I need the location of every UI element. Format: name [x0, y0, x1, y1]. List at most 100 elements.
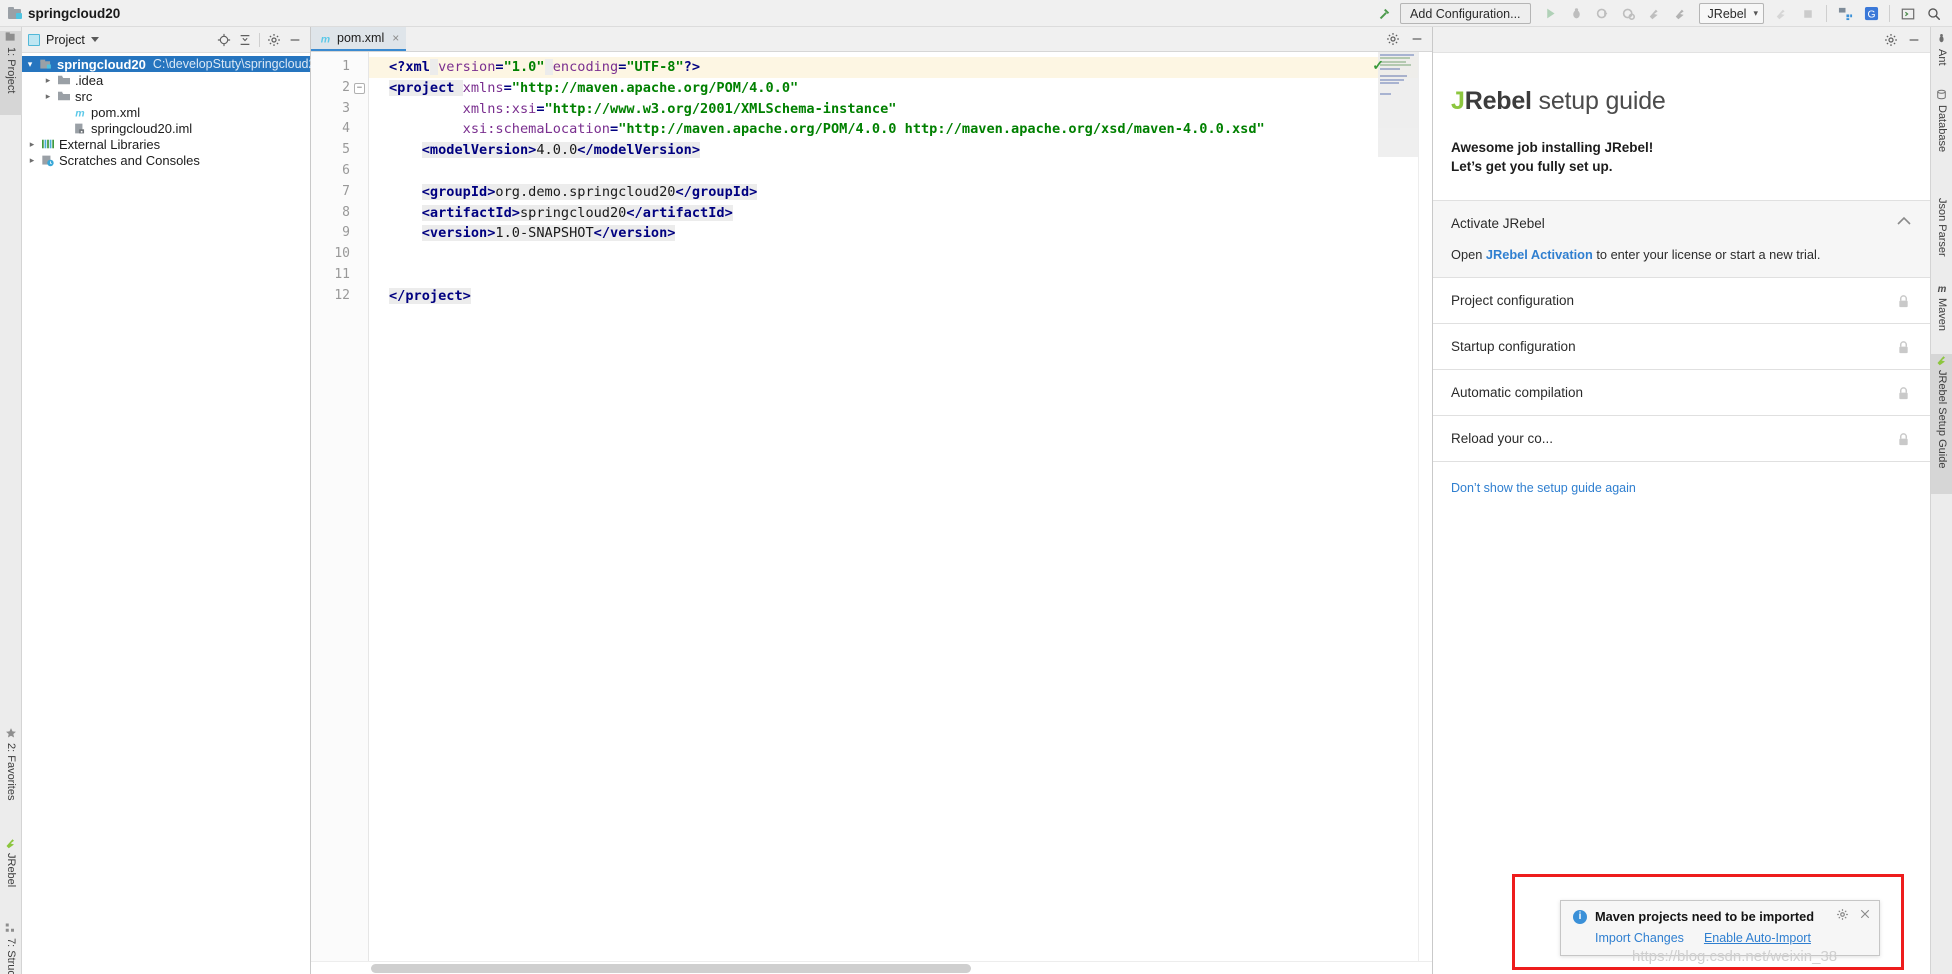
settings-icon[interactable]	[267, 33, 281, 47]
code-token: <?xml	[389, 59, 430, 75]
line-number: 3	[342, 100, 350, 116]
sidebar-item-maven[interactable]: m Maven	[1931, 282, 1952, 348]
jrebel-logo-title: JRebel setup guide	[1433, 53, 1930, 116]
code-token: xsi:schemaLocation	[462, 121, 610, 138]
chevron-up-icon[interactable]	[1896, 216, 1912, 226]
tree-row-springcloud20-iml[interactable]: springcloud20.iml	[22, 120, 310, 136]
tree-row-idea[interactable]: ▸ .idea	[22, 72, 310, 88]
expand-arrow-icon[interactable]: ▸	[40, 75, 56, 86]
sidebar-item-jrebel[interactable]: JRebel	[0, 837, 22, 911]
debug-icon[interactable]	[1565, 3, 1589, 25]
gear-icon[interactable]	[1836, 908, 1849, 921]
sidebar-item-label: 2: Favorites	[5, 743, 17, 801]
desc-before: Open	[1451, 247, 1486, 262]
chevron-down-icon[interactable]	[90, 37, 99, 42]
jrebel-logo-j: J	[1451, 87, 1465, 115]
project-structure-icon[interactable]	[1833, 3, 1857, 25]
jrebel-activation-link[interactable]: JRebel Activation	[1486, 247, 1593, 262]
run-icon[interactable]	[1539, 3, 1563, 25]
expand-arrow-icon[interactable]: ▸	[24, 155, 40, 166]
tree-row-external-libraries[interactable]: ▸ External Libraries	[22, 136, 310, 152]
tree-path: C:\developStuty\springcloud20	[152, 57, 323, 71]
sidebar-item-structure[interactable]: 7: Structure	[0, 922, 22, 974]
sidebar-item-ant[interactable]: Ant	[1931, 33, 1952, 77]
inspection-ok-icon[interactable]: ✓	[1372, 57, 1384, 74]
tree-row-springcloud20[interactable]: ▾ springcloud20 C:\developStuty\springcl…	[22, 56, 322, 72]
editor-vertical-scrollbar[interactable]	[1418, 52, 1432, 961]
settings-icon[interactable]	[1884, 33, 1898, 47]
collapse-all-icon[interactable]	[238, 33, 252, 47]
editor-tab-strip: m pom.xml ×	[311, 27, 1432, 52]
code-token: <version>	[421, 225, 496, 242]
notification-actions: Import Changes Enable Auto-Import	[1573, 931, 1869, 945]
hide-icon[interactable]	[1410, 32, 1424, 46]
code-line: <modelVersion>4.0.0</modelVersion>	[369, 140, 1418, 161]
project-tree[interactable]: ▾ springcloud20 C:\developStuty\springcl…	[22, 53, 322, 168]
settings-icon[interactable]	[1386, 32, 1400, 46]
scrollbar-thumb[interactable]	[371, 964, 971, 973]
profile-icon[interactable]	[1617, 3, 1641, 25]
tab-label: pom.xml	[337, 31, 385, 45]
jrebel-step-reload-your-code[interactable]: Reload your co...	[1433, 415, 1930, 461]
terminal-icon[interactable]	[1896, 3, 1920, 25]
code-fold-toggle[interactable]: −	[354, 83, 365, 94]
lock-icon	[1897, 386, 1910, 401]
locate-icon[interactable]	[217, 33, 231, 47]
editor-horizontal-scrollbar[interactable]	[311, 961, 1432, 974]
add-configuration-button[interactable]: Add Configuration...	[1400, 3, 1531, 24]
project-view-icon	[28, 33, 40, 46]
sidebar-item-favorites[interactable]: 2: Favorites	[0, 727, 22, 831]
tree-label: External Libraries	[59, 136, 161, 152]
dont-show-setup-guide-link[interactable]: Don’t show the setup guide again	[1451, 481, 1636, 495]
stop-icon[interactable]	[1796, 3, 1820, 25]
jrebel-step-label: Activate JRebel	[1451, 216, 1545, 231]
jrebel-step-label: Startup configuration	[1451, 339, 1576, 354]
line-number: 7	[342, 183, 350, 199]
editor-minimap[interactable]	[1378, 52, 1418, 157]
sidebar-item-database[interactable]: Database	[1931, 89, 1952, 173]
ant-icon	[1936, 33, 1948, 45]
sidebar-item-label: JRebel Setup Guide	[1936, 370, 1948, 469]
tree-row-pom-xml[interactable]: m pom.xml	[22, 104, 310, 120]
jrebel-step-automatic-compilation[interactable]: Automatic compilation	[1433, 369, 1930, 415]
tree-row-src[interactable]: ▸ src	[22, 88, 310, 104]
translate-icon[interactable]: G	[1859, 3, 1883, 25]
jrebel-step-activate[interactable]: Activate JRebel Open JRebel Activation t…	[1433, 200, 1930, 277]
jrebel-run-icon[interactable]	[1643, 3, 1667, 25]
jrebel-step-startup-configuration[interactable]: Startup configuration	[1433, 323, 1930, 369]
sidebar-item-project[interactable]: 1: Project	[0, 31, 22, 115]
enable-auto-import-link[interactable]: Enable Auto-Import	[1704, 931, 1811, 945]
import-changes-link[interactable]: Import Changes	[1595, 931, 1684, 945]
sidebar-item-jrebel-setup-guide[interactable]: JRebel Setup Guide	[1931, 354, 1952, 494]
module-icon	[38, 58, 53, 71]
expand-arrow-icon[interactable]: ▸	[24, 139, 40, 150]
run-configuration-selector[interactable]: JRebel ▾	[1698, 3, 1764, 24]
sidebar-item-json-parser[interactable]: Json Parser	[1931, 182, 1952, 272]
code-token: ?>	[683, 59, 701, 75]
run-with-coverage-icon[interactable]	[1591, 3, 1615, 25]
search-everywhere-icon[interactable]	[1922, 3, 1946, 25]
code-text[interactable]: <?xml version="1.0" encoding="UTF-8"?> <p…	[369, 52, 1418, 961]
jrebel-debug-icon[interactable]	[1669, 3, 1693, 25]
expand-arrow-icon[interactable]: ▸	[40, 91, 56, 102]
sidebar-item-label: Maven	[1936, 298, 1948, 332]
folder-icon	[56, 90, 71, 102]
project-tool-window: Project ▾ springcloud20 C:\developStuty\…	[22, 27, 322, 974]
jrebel-step-project-configuration[interactable]: Project configuration	[1433, 277, 1930, 323]
code-token: 4.0.0	[536, 142, 578, 159]
hide-icon[interactable]	[288, 33, 302, 47]
close-icon[interactable]	[1859, 908, 1871, 921]
structure-icon	[5, 922, 17, 934]
jrebel-setup-guide-panel: JRebel setup guide Awesome job installin…	[1432, 27, 1930, 974]
sidebar-item-label: 7: Structure	[5, 938, 17, 974]
tree-row-scratches-and-consoles[interactable]: ▸ Scratches and Consoles	[22, 152, 310, 168]
build-hammer-icon[interactable]	[1372, 3, 1396, 25]
expand-arrow-icon[interactable]: ▾	[22, 59, 38, 70]
hide-icon[interactable]	[1907, 33, 1921, 47]
code-line: xmlns:xsi="http://www.w3.org/2001/XMLSch…	[369, 99, 1418, 120]
notification-title: Maven projects need to be imported	[1595, 909, 1815, 924]
jrebel-logo-rebel: Rebel	[1464, 87, 1532, 115]
tab-pom-xml[interactable]: m pom.xml ×	[311, 27, 407, 51]
jrebel-stop-icon[interactable]	[1770, 3, 1794, 25]
close-icon[interactable]: ×	[392, 31, 399, 45]
